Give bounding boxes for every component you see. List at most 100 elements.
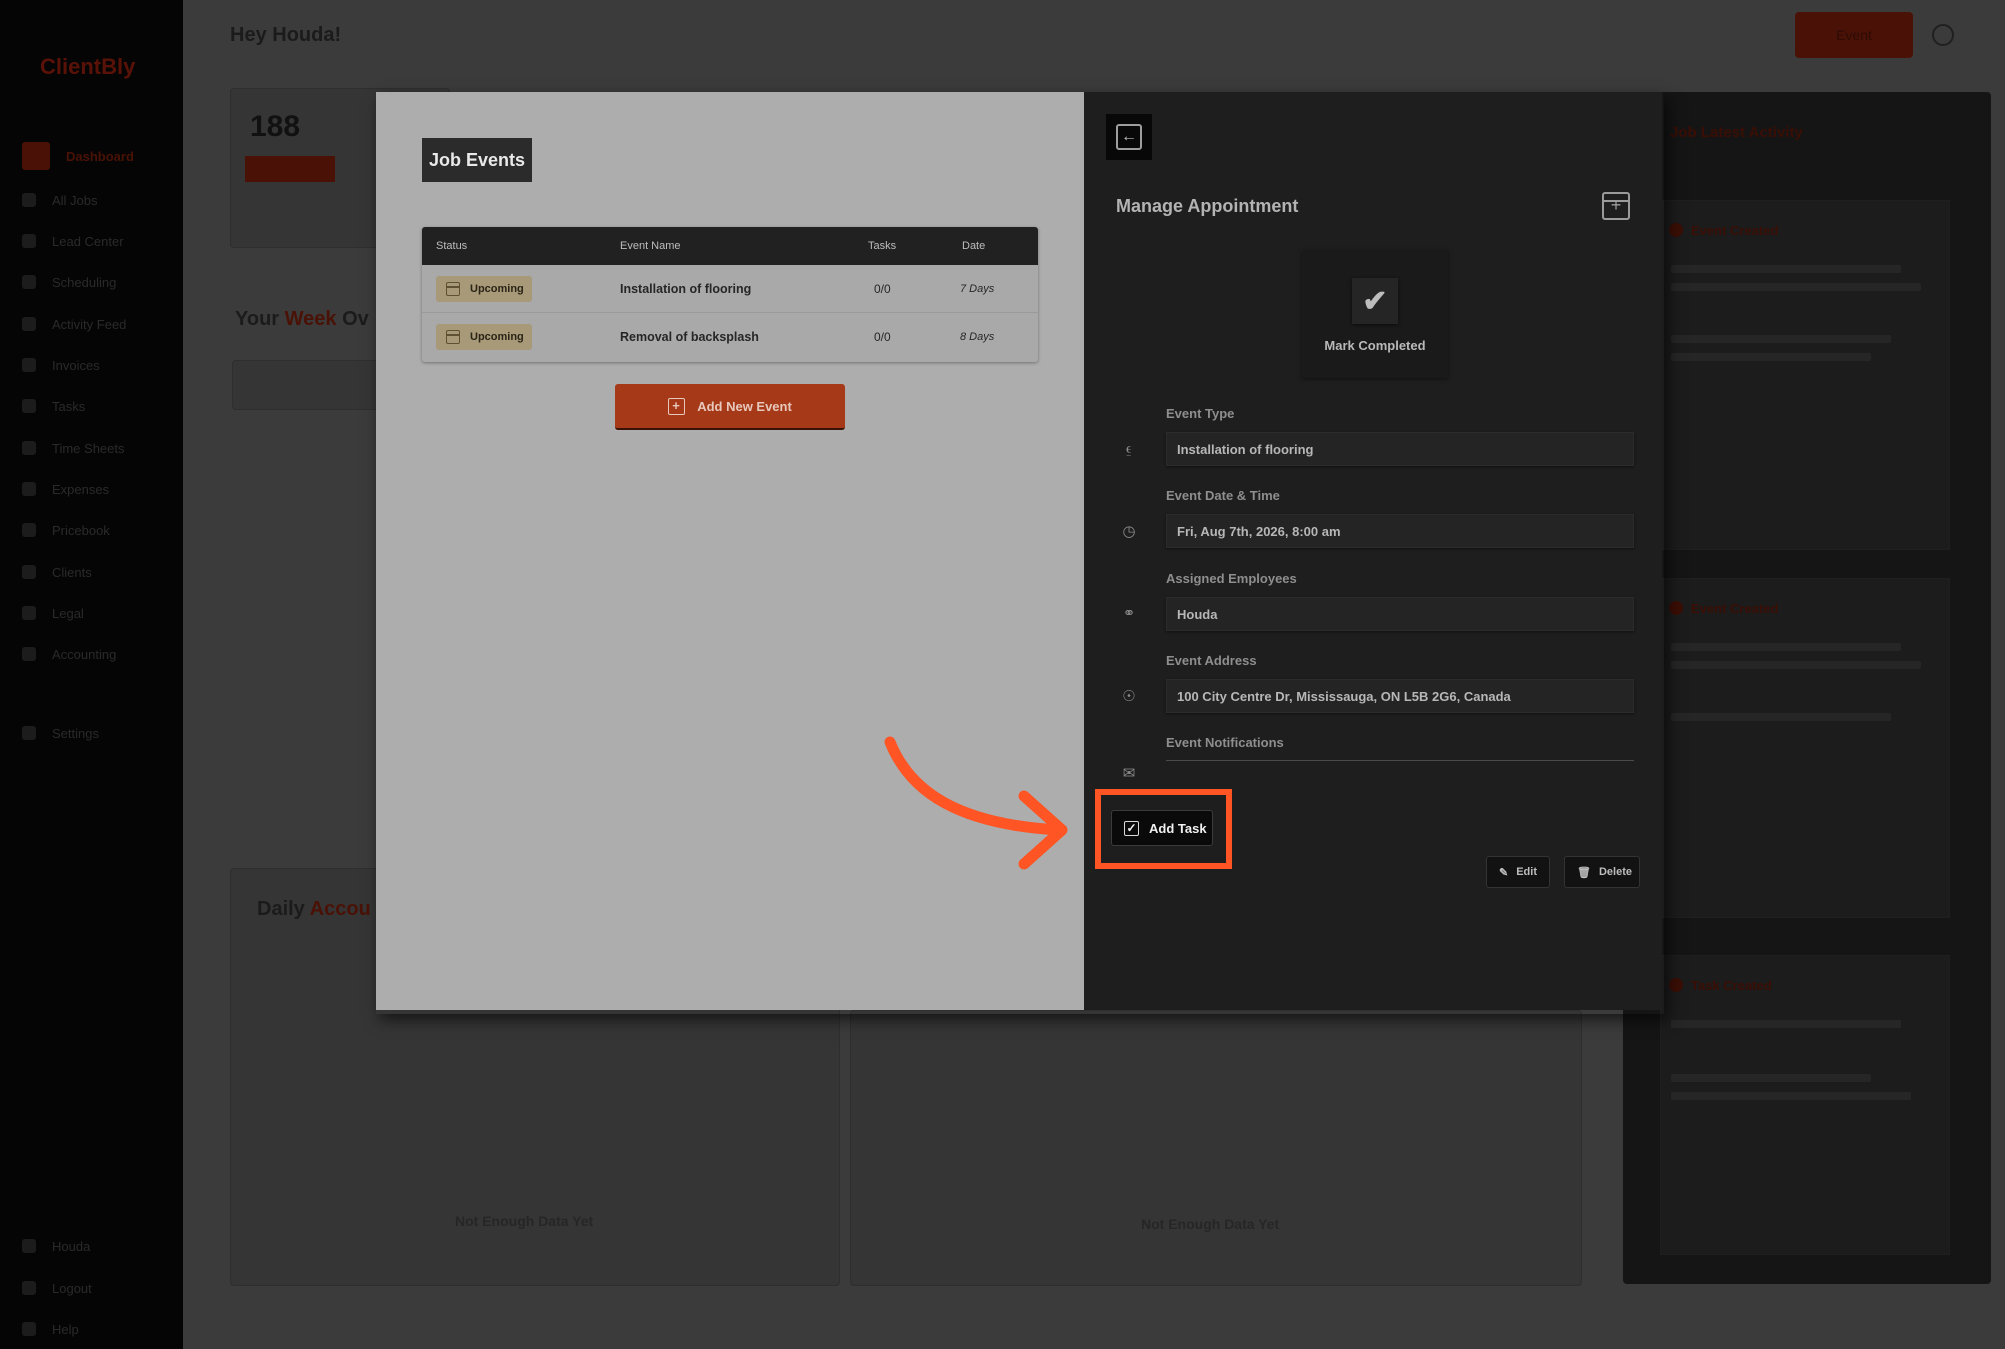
event-icon — [1669, 601, 1683, 615]
delete-button[interactable]: 🗑 Delete — [1564, 856, 1640, 888]
accounting-icon — [22, 647, 36, 661]
paint-roller-icon: ⍷ — [1124, 440, 1134, 457]
users-icon: ⚭ — [1122, 605, 1136, 622]
sidebar-item-time-sheets[interactable]: Time Sheets — [22, 434, 125, 462]
week-heading: Your Week Ov — [235, 308, 369, 330]
column-tasks: Tasks — [868, 240, 897, 252]
top-event-button[interactable]: Event — [1795, 12, 1913, 58]
no-data-note-1: Not Enough Data Yet — [455, 1213, 594, 1229]
logout-icon — [22, 1281, 36, 1295]
edit-icon: ✎ — [1499, 866, 1509, 879]
user-avatar-icon[interactable] — [1932, 24, 1954, 46]
no-data-note-2: Not Enough Data Yet — [1141, 1216, 1280, 1232]
megaphone-icon: ✉ — [1122, 765, 1136, 782]
stat-value: 188 — [250, 110, 301, 143]
event-address-field[interactable]: 100 City Centre Dr, Mississauga, ON L5B … — [1166, 679, 1634, 713]
mark-completed-label: Mark Completed — [1324, 338, 1426, 353]
assigned-employees-field[interactable]: Houda — [1166, 597, 1634, 631]
tutorial-arrow-icon — [884, 736, 1068, 870]
jobs-icon — [22, 193, 36, 207]
event-tasks: 0/0 — [874, 282, 891, 296]
feed-title: Job Latest Activity — [1670, 124, 1803, 141]
task-icon — [1669, 978, 1683, 992]
table-row[interactable]: Upcoming Removal of backsplash 0/0 8 Day… — [422, 313, 1038, 361]
sidebar-item-settings[interactable]: Settings — [22, 719, 99, 747]
clock-icon — [22, 441, 36, 455]
daily-heading: Daily Accou — [257, 898, 371, 920]
event-datetime-label: Event Date & Time — [1166, 488, 1280, 503]
event-datetime-field[interactable]: Fri, Aug 7th, 2026, 8:00 am — [1166, 514, 1634, 548]
stat-badge — [245, 156, 335, 182]
dashboard-icon — [22, 142, 50, 170]
sidebar-item-all-jobs[interactable]: All Jobs — [22, 186, 98, 214]
event-date: 8 Days — [960, 331, 995, 343]
column-event-name: Event Name — [620, 240, 681, 252]
gear-icon — [22, 726, 36, 740]
task-icon — [22, 399, 36, 413]
sidebar-item-pricebook[interactable]: Pricebook — [22, 516, 110, 544]
clock-icon: ◷ — [1122, 523, 1136, 540]
sidebar-item-clients[interactable]: Clients — [22, 558, 92, 586]
sidebar-item-lead-center[interactable]: Lead Center — [22, 227, 124, 255]
back-button[interactable]: ← — [1106, 114, 1152, 160]
event-date: 7 Days — [960, 283, 995, 295]
manage-appointment-title: Manage Appointment — [1116, 196, 1299, 216]
sidebar-item-accounting[interactable]: Accounting — [22, 640, 116, 668]
event-name: Removal of backsplash — [620, 330, 759, 344]
event-icon — [1669, 223, 1683, 237]
legal-icon — [22, 606, 36, 620]
feed-card: Event Created — [1660, 200, 1950, 550]
help-icon — [22, 1322, 36, 1336]
sidebar-item-expenses[interactable]: Expenses — [22, 475, 109, 503]
checkmark-icon: ✔ — [1352, 278, 1398, 324]
notifications-divider — [1166, 760, 1634, 761]
invoice-icon — [22, 358, 36, 372]
sidebar-item-tasks[interactable]: Tasks — [22, 392, 85, 420]
calendar-icon — [446, 330, 460, 344]
arrow-left-icon: ← — [1116, 124, 1142, 150]
event-address-label: Event Address — [1166, 653, 1257, 668]
brand-logo: ClientBly — [40, 54, 136, 79]
week-tab — [232, 360, 382, 410]
calendar-add-icon[interactable]: + — [1602, 192, 1630, 220]
feed-card: Event Created — [1660, 578, 1950, 918]
calendar-plus-icon — [668, 397, 686, 415]
calendar-icon — [22, 275, 36, 289]
column-status: Status — [436, 240, 468, 252]
expense-icon — [22, 482, 36, 496]
page: ClientBly Dashboard All Jobs Lead Center… — [0, 0, 2005, 1349]
check-icon: ✓ — [1124, 820, 1139, 836]
greeting: Hey Houda! — [230, 24, 342, 46]
calendar-icon — [446, 282, 460, 296]
table-row[interactable]: Upcoming Installation of flooring 0/0 7 … — [422, 265, 1038, 313]
event-type-label: Event Type — [1166, 406, 1235, 421]
clients-icon — [22, 565, 36, 579]
sidebar-item-legal[interactable]: Legal — [22, 599, 84, 627]
edit-button[interactable]: ✎ Edit — [1486, 856, 1550, 888]
event-name: Installation of flooring — [620, 282, 752, 296]
feed-card: Task Created — [1660, 955, 1950, 1255]
status-badge: Upcoming — [436, 324, 532, 350]
location-pin-icon: ☉ — [1122, 688, 1136, 705]
events-table: Status Event Name Tasks Date Upcoming In… — [422, 227, 1038, 362]
sidebar-item-logout[interactable]: Logout — [22, 1274, 92, 1302]
event-tasks: 0/0 — [874, 330, 891, 344]
add-task-button[interactable]: ✓ Add Task — [1111, 810, 1213, 846]
sidebar-item-profile[interactable]: Houda — [22, 1232, 90, 1260]
sidebar-item-invoices[interactable]: Invoices — [22, 351, 100, 379]
add-new-event-button[interactable]: Add New Event — [615, 384, 845, 430]
assigned-employees-label: Assigned Employees — [1166, 571, 1297, 586]
sidebar-item-help[interactable]: Help — [22, 1315, 79, 1343]
user-icon — [22, 1239, 36, 1253]
book-icon — [22, 523, 36, 537]
sidebar-item-dashboard[interactable]: Dashboard — [22, 142, 134, 170]
mark-completed-button[interactable]: ✔ Mark Completed — [1302, 250, 1448, 378]
sidebar-item-scheduling[interactable]: Scheduling — [22, 268, 116, 296]
column-date: Date — [962, 240, 986, 252]
sidebar-item-activity-feed[interactable]: Activity Feed — [22, 310, 126, 338]
event-notifications-label: Event Notifications — [1166, 735, 1284, 750]
event-type-field[interactable]: Installation of flooring — [1166, 432, 1634, 466]
status-badge: Upcoming — [436, 276, 532, 302]
job-events-title: Job Events — [422, 138, 532, 182]
chart-card — [850, 1010, 1582, 1286]
